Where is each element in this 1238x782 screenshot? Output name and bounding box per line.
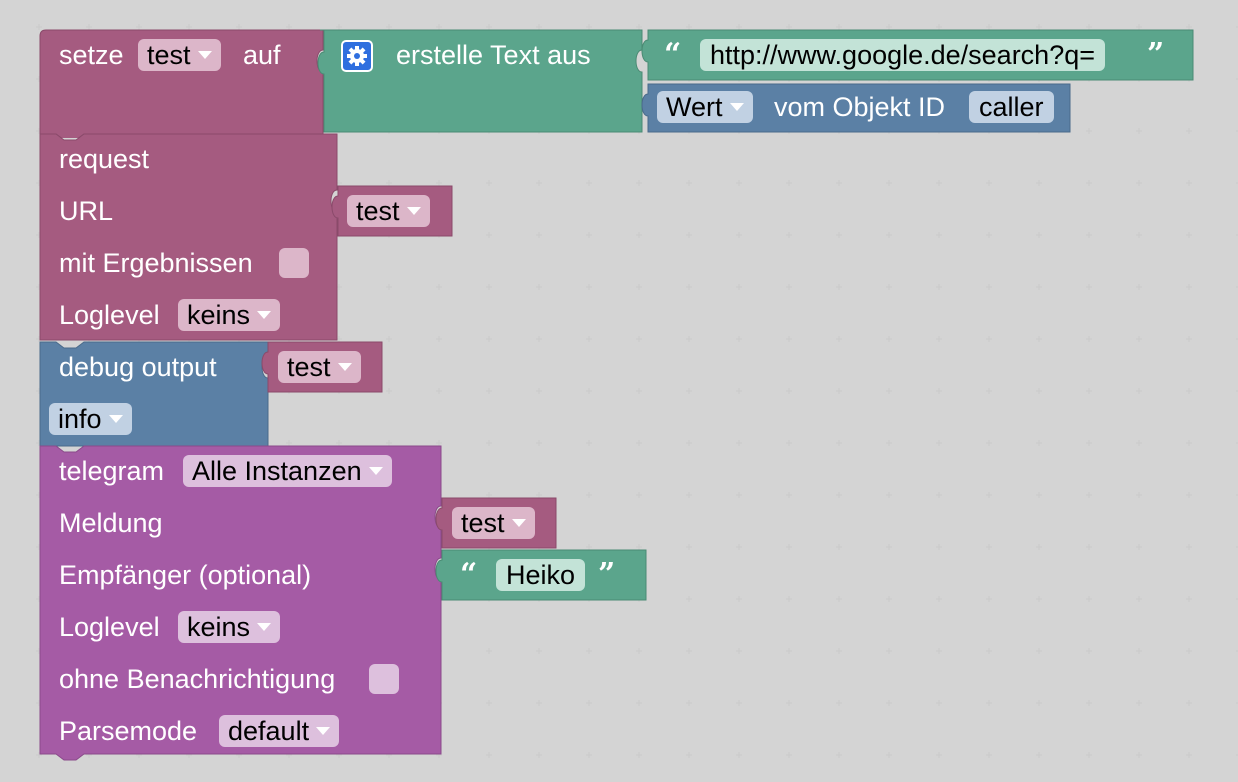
debug-variable-dropdown[interactable]: test — [278, 351, 361, 383]
gear-icon[interactable] — [341, 40, 373, 72]
chevron-down-icon — [729, 102, 744, 111]
chevron-down-icon — [257, 622, 272, 631]
quote-close-icon: ” — [598, 557, 616, 592]
request-loglevel-label: Loglevel — [59, 300, 160, 330]
telegram-instance-dropdown[interactable]: Alle Instanzen — [183, 455, 392, 487]
parsemode-label: Parsemode — [59, 716, 198, 746]
url-text-field[interactable]: http://www.google.de/search?q= — [700, 39, 1106, 71]
results-label: mit Ergebnissen — [59, 248, 253, 278]
telegram-loglevel-label: Loglevel — [59, 612, 160, 642]
quote-open-icon: “ — [664, 37, 682, 72]
chevron-down-icon — [406, 206, 421, 215]
value-type-dropdown[interactable]: Wert — [657, 91, 753, 123]
quote-open-icon: “ — [460, 557, 478, 592]
url-label: URL — [59, 196, 114, 226]
set-variable-dropdown[interactable]: test — [138, 39, 221, 71]
debug-label: debug output — [59, 352, 217, 382]
chevron-down-icon — [257, 310, 272, 319]
silent-label: ohne Benachrichtigung — [59, 664, 336, 694]
chevron-down-icon — [316, 726, 331, 735]
text-join-label: erstelle Text aus — [396, 40, 591, 70]
url-variable-dropdown[interactable]: test — [347, 195, 430, 227]
request-label: request — [59, 144, 150, 174]
chevron-down-icon — [368, 466, 383, 475]
telegram-label: telegram — [59, 456, 165, 486]
object-id-label: vom Objekt ID — [774, 92, 946, 122]
set-label: setze — [59, 40, 124, 70]
quote-close-icon: ” — [1147, 37, 1165, 72]
message-label: Meldung — [59, 508, 163, 538]
debug-level-dropdown[interactable]: info — [49, 403, 132, 435]
receiver-label: Empfänger (optional) — [59, 560, 312, 590]
chevron-down-icon — [337, 362, 352, 371]
results-checkbox[interactable] — [279, 248, 309, 278]
chevron-down-icon — [108, 414, 123, 423]
object-id-field[interactable]: caller — [969, 91, 1054, 123]
request-loglevel-dropdown[interactable]: keins — [178, 299, 281, 331]
receiver-text-field[interactable]: Heiko — [496, 559, 586, 591]
message-variable-dropdown[interactable]: test — [452, 507, 535, 539]
chevron-down-icon — [197, 50, 212, 59]
auf-label: auf — [243, 40, 281, 70]
silent-checkbox[interactable] — [369, 664, 399, 694]
parsemode-dropdown[interactable]: default — [219, 715, 340, 747]
telegram-block[interactable] — [36, 442, 446, 762]
chevron-down-icon — [511, 518, 526, 527]
telegram-loglevel-dropdown[interactable]: keins — [178, 611, 281, 643]
